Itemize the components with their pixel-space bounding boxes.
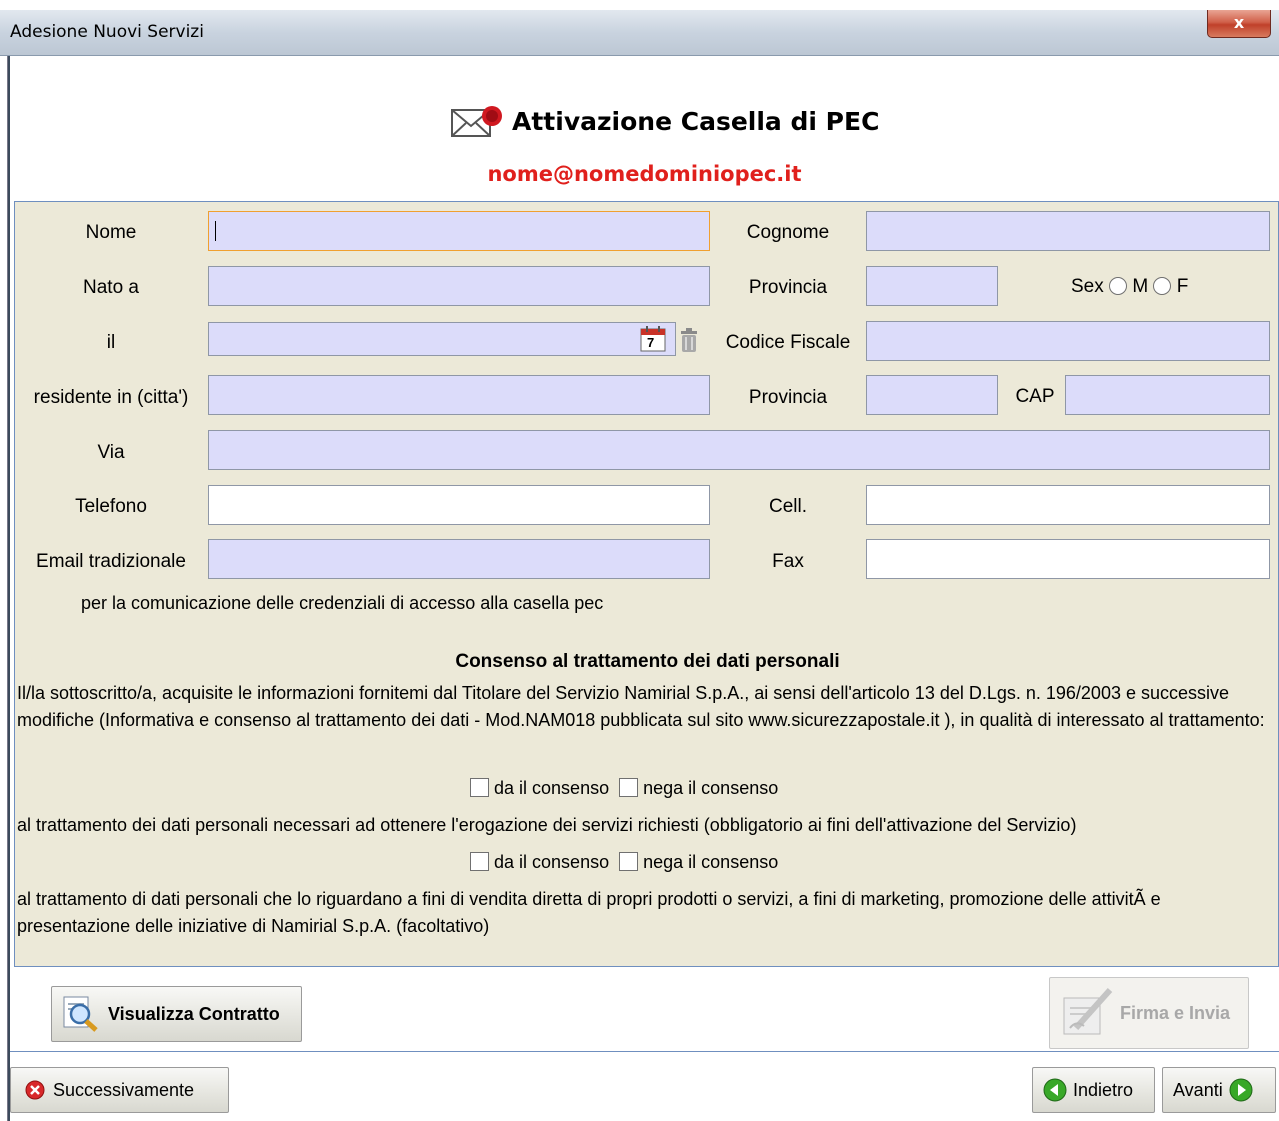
page-header: Attivazione Casella di PEC nome@nomedomi… xyxy=(10,56,1279,201)
sign-document-icon xyxy=(1063,987,1113,1035)
later-button[interactable]: Successivamente xyxy=(10,1067,229,1113)
fax-label: Fax xyxy=(772,551,804,572)
provincia-label: Provincia xyxy=(748,277,828,298)
cognome-input[interactable] xyxy=(866,211,1270,251)
cell-input[interactable] xyxy=(866,485,1270,525)
consent-choice-2: da il consenso nega il consenso xyxy=(470,849,778,876)
il-label: il xyxy=(106,332,116,353)
provincia-res-label: Provincia xyxy=(748,387,828,408)
deny-consent-2-label: nega il consenso xyxy=(643,852,779,872)
window-title: Adesione Nuovi Servizi xyxy=(10,22,204,42)
view-contract-label: Visualizza Contratto xyxy=(108,1003,280,1024)
next-label: Avanti xyxy=(1173,1079,1223,1100)
sex-m-radio[interactable] xyxy=(1109,277,1128,295)
cap-input[interactable] xyxy=(1065,375,1270,415)
residente-input[interactable] xyxy=(208,375,710,415)
cap-label: CAP xyxy=(1015,386,1055,407)
email-label: Email tradizionale xyxy=(36,551,186,572)
give-consent-1-label: da il consenso xyxy=(494,778,610,798)
give-consent-1-checkbox[interactable] xyxy=(470,778,489,797)
window-frame xyxy=(0,56,8,1121)
codice-fiscale-input[interactable] xyxy=(866,321,1270,361)
give-consent-2-label: da il consenso xyxy=(494,852,610,872)
nato-input[interactable] xyxy=(208,266,710,306)
consent-intro: Il/la sottoscritto/a, acquisite le infor… xyxy=(17,683,1265,730)
magnifier-icon xyxy=(63,996,98,1032)
fax-input[interactable] xyxy=(866,539,1270,579)
via-label: Via xyxy=(97,442,125,463)
consent-text-2: al trattamento di dati personali che lo … xyxy=(17,889,1161,936)
footer-separator xyxy=(10,1051,1279,1052)
arrow-left-icon xyxy=(1043,1078,1067,1102)
consent-text-1: al trattamento dei dati personali necess… xyxy=(17,815,1077,835)
deny-consent-1-checkbox[interactable] xyxy=(619,778,639,797)
next-button[interactable]: Avanti xyxy=(1162,1067,1276,1113)
close-button[interactable]: x xyxy=(1207,10,1271,38)
email-input[interactable] xyxy=(208,539,710,579)
via-input[interactable] xyxy=(208,430,1270,470)
telefono-input[interactable] xyxy=(208,485,710,525)
sex-f-label: F xyxy=(1176,276,1189,297)
sign-send-button[interactable]: Firma e Invia xyxy=(1049,977,1249,1049)
back-button[interactable]: Indietro xyxy=(1032,1067,1155,1113)
back-label: Indietro xyxy=(1073,1079,1134,1100)
date-input[interactable] xyxy=(208,322,676,356)
page-title: Attivazione Casella di PEC xyxy=(450,104,879,138)
mail-seal-icon xyxy=(451,106,502,137)
page-title-text: Attivazione Casella di PEC xyxy=(512,106,880,136)
sex-m-label: M xyxy=(1132,276,1149,297)
nato-label: Nato a xyxy=(83,277,139,298)
pec-address: nome@nomedominiopec.it xyxy=(487,162,802,186)
deny-consent-1-label: nega il consenso xyxy=(643,778,779,798)
form-panel: Nome Cognome Nato a Provincia Sex M F il… xyxy=(14,201,1279,967)
deny-consent-2-checkbox[interactable] xyxy=(619,852,639,871)
arrow-right-icon xyxy=(1229,1078,1253,1102)
give-consent-2-checkbox[interactable] xyxy=(470,852,489,871)
nome-input[interactable] xyxy=(208,211,710,251)
consent-heading: Consenso al trattamento dei dati persona… xyxy=(455,651,840,672)
codice-fiscale-label: Codice Fiscale xyxy=(725,332,851,353)
sex-f-radio[interactable] xyxy=(1153,277,1172,295)
consent-choice-1: da il consenso nega il consenso xyxy=(470,775,778,802)
email-note: per la comunicazione delle credenziali d… xyxy=(81,593,604,613)
sex-group: Sex M F xyxy=(1071,276,1231,298)
view-contract-button[interactable]: Visualizza Contratto xyxy=(51,986,302,1042)
later-label: Successivamente xyxy=(53,1079,195,1100)
provincia-res-input[interactable] xyxy=(866,375,998,415)
residente-label: residente in (citta') xyxy=(33,387,189,408)
trash-icon[interactable] xyxy=(679,327,699,353)
cancel-icon xyxy=(25,1080,45,1100)
telefono-label: Telefono xyxy=(75,496,147,517)
nome-label: Nome xyxy=(85,222,137,243)
provincia-input[interactable] xyxy=(866,266,998,306)
window-frame-edge xyxy=(8,56,10,1121)
cell-label: Cell. xyxy=(768,496,807,517)
calendar-day: 7 xyxy=(647,335,655,350)
sex-label: Sex xyxy=(1071,276,1104,297)
calendar-icon[interactable]: 7 xyxy=(639,325,667,353)
sign-send-label: Firma e Invia xyxy=(1120,1002,1231,1023)
window-titlebar: Adesione Nuovi Servizi x xyxy=(0,10,1279,56)
cognome-label: Cognome xyxy=(746,222,830,243)
